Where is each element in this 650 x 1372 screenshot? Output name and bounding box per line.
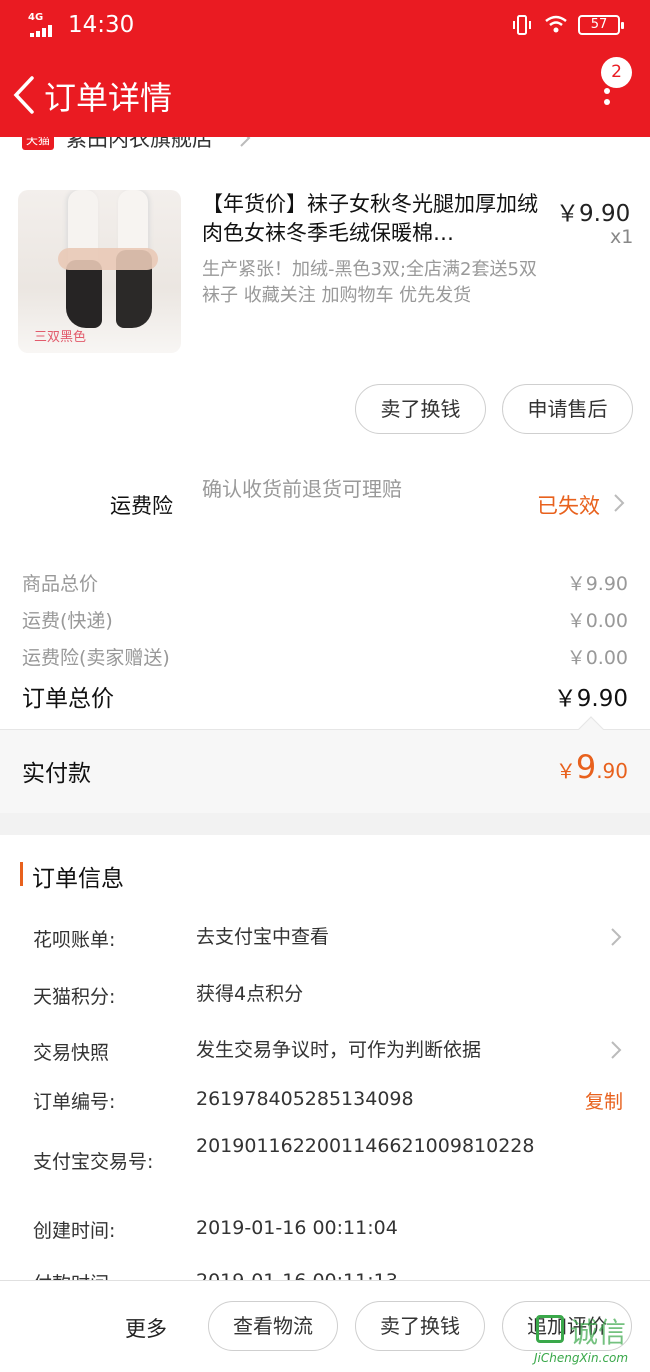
info-label: 天猫积分:: [33, 986, 116, 1008]
order-total-label: 订单总价: [22, 686, 114, 712]
sell-for-cash-button[interactable]: 卖了换钱: [355, 1301, 485, 1351]
order-number: 261978405285134098: [196, 1088, 414, 1110]
cost-label: 商品总价: [22, 573, 99, 595]
message-badge[interactable]: 2: [601, 57, 632, 88]
product-quantity: x1: [610, 226, 634, 248]
paid-label: 实付款: [22, 761, 91, 787]
info-value: 2019-01-16 00:11:13: [196, 1268, 398, 1280]
cost-label: 运费(快递): [22, 610, 113, 632]
product-title[interactable]: 【年货价】袜子女秋冬光腿加厚加绒肉色女袜冬季毛绒保暖棉…: [202, 190, 538, 248]
info-value: 获得4点积分: [196, 983, 304, 1005]
cost-label: 运费险(卖家赠送): [22, 647, 170, 669]
cost-value: ￥9.90: [566, 573, 628, 595]
info-value: 2019-01-16 00:11:04: [196, 1217, 398, 1239]
info-label: 交易快照: [33, 1042, 110, 1064]
shipping-insurance-desc: 确认收货前退货可理赔: [202, 477, 402, 501]
page-title: 订单详情: [44, 79, 173, 117]
cost-value: ￥0.00: [566, 610, 628, 632]
vibrate-icon: [513, 15, 531, 35]
shop-name: 素田内衣旗舰店: [66, 137, 213, 151]
status-bar: 4G 14:30 57: [0, 0, 650, 52]
chevron-right-icon[interactable]: [612, 491, 626, 515]
sell-for-cash-button[interactable]: 卖了换钱: [355, 384, 486, 434]
order-info-title: 订单信息: [32, 866, 124, 892]
chevron-right-icon[interactable]: [609, 1038, 623, 1062]
info-label: 付款时间:: [33, 1269, 115, 1280]
network-indicator: 4G: [28, 12, 44, 23]
info-label: 花呗账单:: [33, 929, 116, 951]
info-label: 创建时间:: [33, 1220, 116, 1242]
chevron-right-icon[interactable]: [609, 925, 623, 949]
info-value[interactable]: 去支付宝中查看: [196, 924, 329, 950]
shipping-insurance-label: 运费险: [110, 494, 173, 518]
order-total-value: ￥9.90: [553, 686, 628, 712]
paid-value: ￥9.90: [555, 748, 628, 786]
paid-amount-box: 实付款 ￥9.90: [0, 716, 650, 813]
watermark-logo: 诚信 JiChengXin.com: [534, 1315, 629, 1365]
after-sale-button[interactable]: 申请售后: [502, 384, 633, 434]
bottom-action-bar: 更多 查看物流 卖了换钱 追加评价 诚信 JiChengXin.com: [0, 1280, 650, 1372]
shipping-insurance-status[interactable]: 已失效: [537, 490, 600, 520]
more-menu-icon[interactable]: [600, 88, 614, 114]
signal-icon: [30, 25, 56, 37]
back-arrow-icon[interactable]: [10, 75, 40, 115]
alipay-trade-number: 2019011622001146621009810228: [196, 1135, 535, 1157]
info-label: 订单编号:: [33, 1091, 116, 1113]
app-header: 4G 14:30 57 订单详情 2: [0, 0, 650, 137]
tmall-tag: 天猫: [22, 137, 55, 150]
info-label: 支付宝交易号:: [33, 1151, 154, 1173]
more-button[interactable]: 更多: [125, 1313, 167, 1343]
copy-button[interactable]: 复制: [585, 1087, 623, 1114]
wifi-icon: [545, 15, 567, 33]
image-caption: 三双黑色: [34, 330, 87, 345]
shop-row[interactable]: 天猫 素田内衣旗舰店: [0, 137, 650, 155]
product-sku: 生产紧张！加绒-黑色3双;全店满2套送5双袜子 收藏关注 加购物车 优先发货: [202, 259, 537, 306]
info-value[interactable]: 发生交易争议时，可作为判断依据: [196, 1037, 481, 1063]
battery-icon: 57: [578, 15, 624, 35]
product-image[interactable]: 三双黑色: [18, 190, 181, 353]
order-card: 天猫 素田内衣旗舰店 三双黑色 【年货价】袜子女秋冬光腿加厚加绒肉色女袜冬季毛绒…: [0, 137, 650, 813]
product-price: ￥9.90: [556, 201, 631, 227]
view-logistics-button[interactable]: 查看物流: [208, 1301, 338, 1351]
cost-value: ￥0.00: [566, 647, 628, 669]
chevron-right-icon: [240, 137, 251, 147]
order-info-section: 订单信息 花呗账单: 去支付宝中查看 天猫积分: 获得4点积分 交易快照 发生交…: [0, 835, 650, 1280]
status-time: 14:30: [68, 12, 135, 38]
